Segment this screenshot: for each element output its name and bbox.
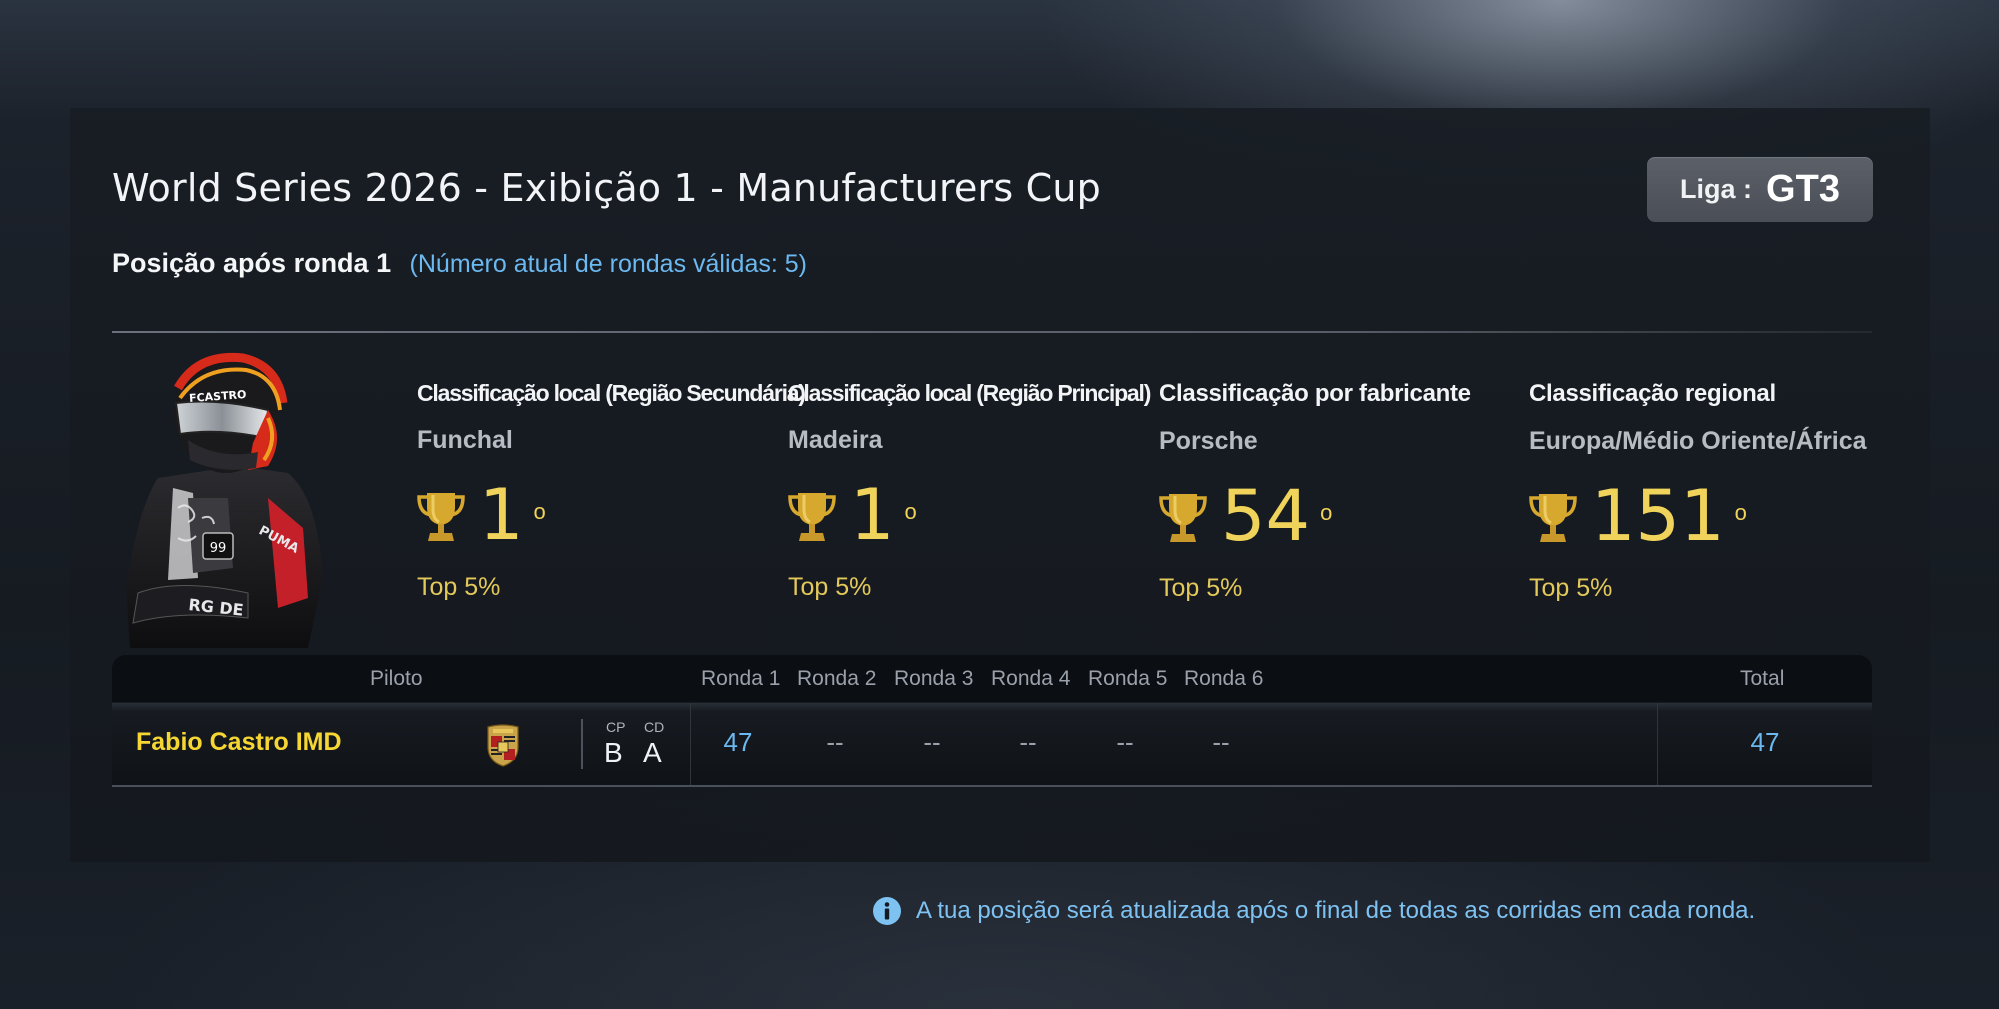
round-3-score: --: [923, 727, 941, 757]
cd-label: CD: [644, 719, 665, 735]
footer-note-text: A tua posição será atualizada após o fin…: [916, 897, 1756, 924]
ranking-regional: Classificação regional Europa/Médio Orie…: [1529, 380, 1889, 603]
cd-value: A: [643, 737, 662, 768]
rank-number: 1: [479, 474, 524, 556]
trophy-icon: [788, 493, 836, 541]
ranking-top-percent: Top 5%: [1159, 574, 1243, 602]
porsche-crest-icon: [487, 724, 519, 767]
driver-name: Fabio Castro IMD: [136, 728, 342, 756]
header-total: Total: [1740, 667, 1785, 690]
info-icon: [873, 897, 901, 925]
cp-label: CP: [606, 719, 626, 735]
ranking-local-secondary: Classificação local (Região Secundária) …: [417, 380, 806, 602]
ranking-region: Europa/Médio Oriente/África: [1529, 427, 1867, 455]
ranking-position: 54 o: [1159, 475, 1519, 557]
header-round-6: Ronda 6: [1184, 667, 1264, 690]
round-5-score: --: [1116, 727, 1134, 757]
ranking-category: Classificação por fabricante: [1159, 380, 1471, 407]
driver-avatar: 99 RG DE PUMA FCASTRO: [126, 352, 323, 648]
league-label: Liga :: [1680, 174, 1753, 204]
svg-text:99: 99: [210, 541, 227, 556]
rank-number: 151: [1591, 475, 1725, 557]
table-row[interactable]: Fabio Castro IMD CP CD B A 47 -- -- -- -…: [112, 703, 1872, 787]
ranking-manufacturer: Classificação por fabricante Porsche 54 …: [1159, 380, 1519, 603]
screen: { "event": { "title": "World Series 2026…: [0, 0, 1999, 1009]
trophy-icon: [1159, 494, 1207, 542]
ranking-local-main: Classificação local (Região Principal) M…: [788, 380, 1151, 602]
table-header: Piloto Ronda 1 Ronda 2 Ronda 3 Ronda 4 R…: [112, 655, 1872, 702]
valid-rounds-text: (Número atual de rondas válidas: 5): [409, 250, 807, 278]
total-score: 47: [1750, 727, 1780, 757]
rank-ordinal: o: [1320, 500, 1333, 525]
position-subtitle: Posição após ronda 1 (Número atual de ro…: [112, 248, 807, 279]
ranking-position: 1 o: [417, 474, 777, 556]
header-round-4: Ronda 4: [991, 667, 1071, 690]
header-round-5: Ronda 5: [1088, 667, 1168, 690]
ranking-region: Madeira: [788, 426, 883, 454]
ranking-region: Funchal: [417, 426, 513, 454]
ranking-position: 1 o: [788, 474, 1148, 556]
rank-number: 1: [850, 474, 895, 556]
ranking-top-percent: Top 5%: [1529, 574, 1613, 602]
round-1-score: 47: [723, 727, 753, 757]
position-text: Posição após ronda 1: [112, 248, 392, 278]
divider: [112, 331, 1872, 333]
ranking-region: Porsche: [1159, 427, 1258, 455]
results-table: Piloto Ronda 1 Ronda 2 Ronda 3 Ronda 4 R…: [112, 655, 1872, 787]
column-divider: [690, 703, 691, 785]
row-separator: [581, 719, 583, 769]
league-badge: Liga : GT3: [1647, 157, 1873, 222]
rank-ordinal: o: [1734, 500, 1747, 525]
ranking-category: Classificação local (Região Principal): [788, 380, 1151, 406]
header-round-2: Ronda 2: [797, 667, 877, 690]
trophy-icon: [417, 493, 465, 541]
header-driver: Piloto: [370, 667, 423, 690]
header-round-1: Ronda 1: [701, 667, 781, 690]
ranking-position: 151 o: [1529, 475, 1889, 557]
league-value: GT3: [1766, 168, 1840, 210]
cp-value: B: [604, 737, 623, 768]
rank-number: 54: [1221, 475, 1311, 557]
ranking-top-percent: Top 5%: [788, 573, 872, 601]
footer-note: A tua posição será atualizada após o fin…: [872, 896, 1755, 926]
header-round-3: Ronda 3: [894, 667, 974, 690]
round-6-score: --: [1212, 727, 1230, 757]
ranking-category: Classificação regional: [1529, 380, 1776, 407]
round-2-score: --: [826, 727, 844, 757]
rank-ordinal: o: [533, 499, 546, 524]
trophy-icon: [1529, 494, 1577, 542]
ranking-top-percent: Top 5%: [417, 573, 501, 601]
round-4-score: --: [1019, 727, 1037, 757]
ranking-category: Classificação local (Região Secundária): [417, 380, 806, 406]
rank-ordinal: o: [904, 499, 917, 524]
column-divider: [1657, 703, 1658, 785]
event-title: World Series 2026 - Exibição 1 - Manufac…: [112, 166, 1101, 210]
